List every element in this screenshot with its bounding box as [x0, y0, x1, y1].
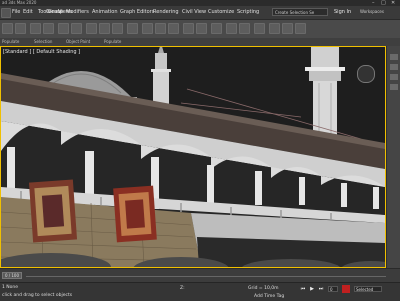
sign-in-link[interactable]: Sign In: [334, 8, 356, 16]
prev-key-icon[interactable]: ⏮: [300, 286, 306, 292]
timeline[interactable]: 0 / 100: [0, 268, 400, 283]
tab-object-paint[interactable]: Object Paint: [66, 39, 90, 44]
prompt-text: click and drag to select objects: [2, 293, 73, 298]
timeline-track: [26, 276, 386, 277]
menu-bar: File Edit Tools Group Views Create Modif…: [0, 6, 400, 20]
modify-panel-icon[interactable]: [390, 64, 398, 70]
motion-panel-icon[interactable]: [390, 84, 398, 90]
z-label: Z:: [180, 286, 185, 291]
hierarchy-panel-icon[interactable]: [390, 74, 398, 80]
play-icon[interactable]: ▶: [309, 286, 315, 292]
menu-modifiers[interactable]: Modifiers: [66, 9, 89, 15]
unlink-icon[interactable]: [43, 23, 54, 34]
grid-size: Grid = 10,0m: [248, 286, 279, 291]
menu-customize[interactable]: Customize: [208, 9, 234, 15]
add-time-tag[interactable]: Add Time Tag: [254, 294, 284, 299]
next-key-icon[interactable]: ⏭: [318, 286, 324, 292]
menu-animation[interactable]: Animation: [92, 9, 118, 15]
render-icon[interactable]: [295, 23, 306, 34]
link-icon[interactable]: [30, 23, 41, 34]
selected-dropdown[interactable]: Selected: [354, 286, 382, 292]
menu-graph-editors[interactable]: Graph Editors: [120, 9, 154, 15]
scene-render: [1, 47, 385, 267]
align-icon[interactable]: [196, 23, 207, 34]
reference-coord-icon[interactable]: [127, 23, 138, 34]
selection-set-dropdown[interactable]: Create Selection Se: [272, 8, 328, 16]
redo-icon[interactable]: [15, 23, 26, 34]
perspective-viewport[interactable]: [Standard ] [ Default Shading ]: [0, 46, 386, 268]
viewcube-icon[interactable]: [357, 65, 375, 83]
scale-icon[interactable]: [112, 23, 123, 34]
rotate-icon[interactable]: [99, 23, 110, 34]
menu-civil-view[interactable]: Civil View: [182, 9, 206, 15]
command-panel: [386, 46, 400, 268]
schematic-icon[interactable]: [239, 23, 250, 34]
select-by-name-icon[interactable]: [71, 23, 82, 34]
menu-rendering[interactable]: Rendering: [153, 9, 179, 15]
layer-icon[interactable]: [211, 23, 222, 34]
main-toolbar: [0, 20, 400, 39]
undo-icon[interactable]: [2, 23, 13, 34]
workspaces-dropdown[interactable]: Workspaces: [360, 8, 400, 16]
tab-selection[interactable]: Selection: [34, 39, 52, 44]
snap-icon[interactable]: [142, 23, 153, 34]
select-icon[interactable]: [58, 23, 69, 34]
selection-count: 1 None: [2, 285, 19, 290]
carpet-left: [28, 179, 78, 243]
render-frame-icon[interactable]: [282, 23, 293, 34]
mirror-icon[interactable]: [183, 23, 194, 34]
undo-icon[interactable]: [1, 8, 11, 18]
carpet-right: [113, 185, 157, 243]
move-icon[interactable]: [86, 23, 97, 34]
tab-populate-2[interactable]: Populate: [104, 39, 121, 44]
menu-create[interactable]: Create: [46, 9, 63, 15]
time-slider[interactable]: 0 / 100: [2, 272, 22, 279]
tab-populate[interactable]: Populate: [2, 39, 19, 44]
curve-editor-icon[interactable]: [226, 23, 237, 34]
menu-scripting[interactable]: Scripting: [237, 9, 259, 15]
render-setup-icon[interactable]: [269, 23, 280, 34]
percent-snap-icon[interactable]: [168, 23, 179, 34]
current-frame-field[interactable]: 0: [328, 286, 338, 292]
viewport-label[interactable]: [Standard ] [ Default Shading ]: [3, 49, 80, 55]
status-bar: 1 None click and drag to select objects …: [0, 282, 400, 301]
menu-edit[interactable]: Edit: [23, 9, 33, 15]
angle-snap-icon[interactable]: [155, 23, 166, 34]
menu-file[interactable]: File: [12, 9, 20, 15]
create-panel-icon[interactable]: [390, 54, 398, 60]
material-editor-icon[interactable]: [254, 23, 265, 34]
auto-key-icon[interactable]: [342, 285, 350, 293]
